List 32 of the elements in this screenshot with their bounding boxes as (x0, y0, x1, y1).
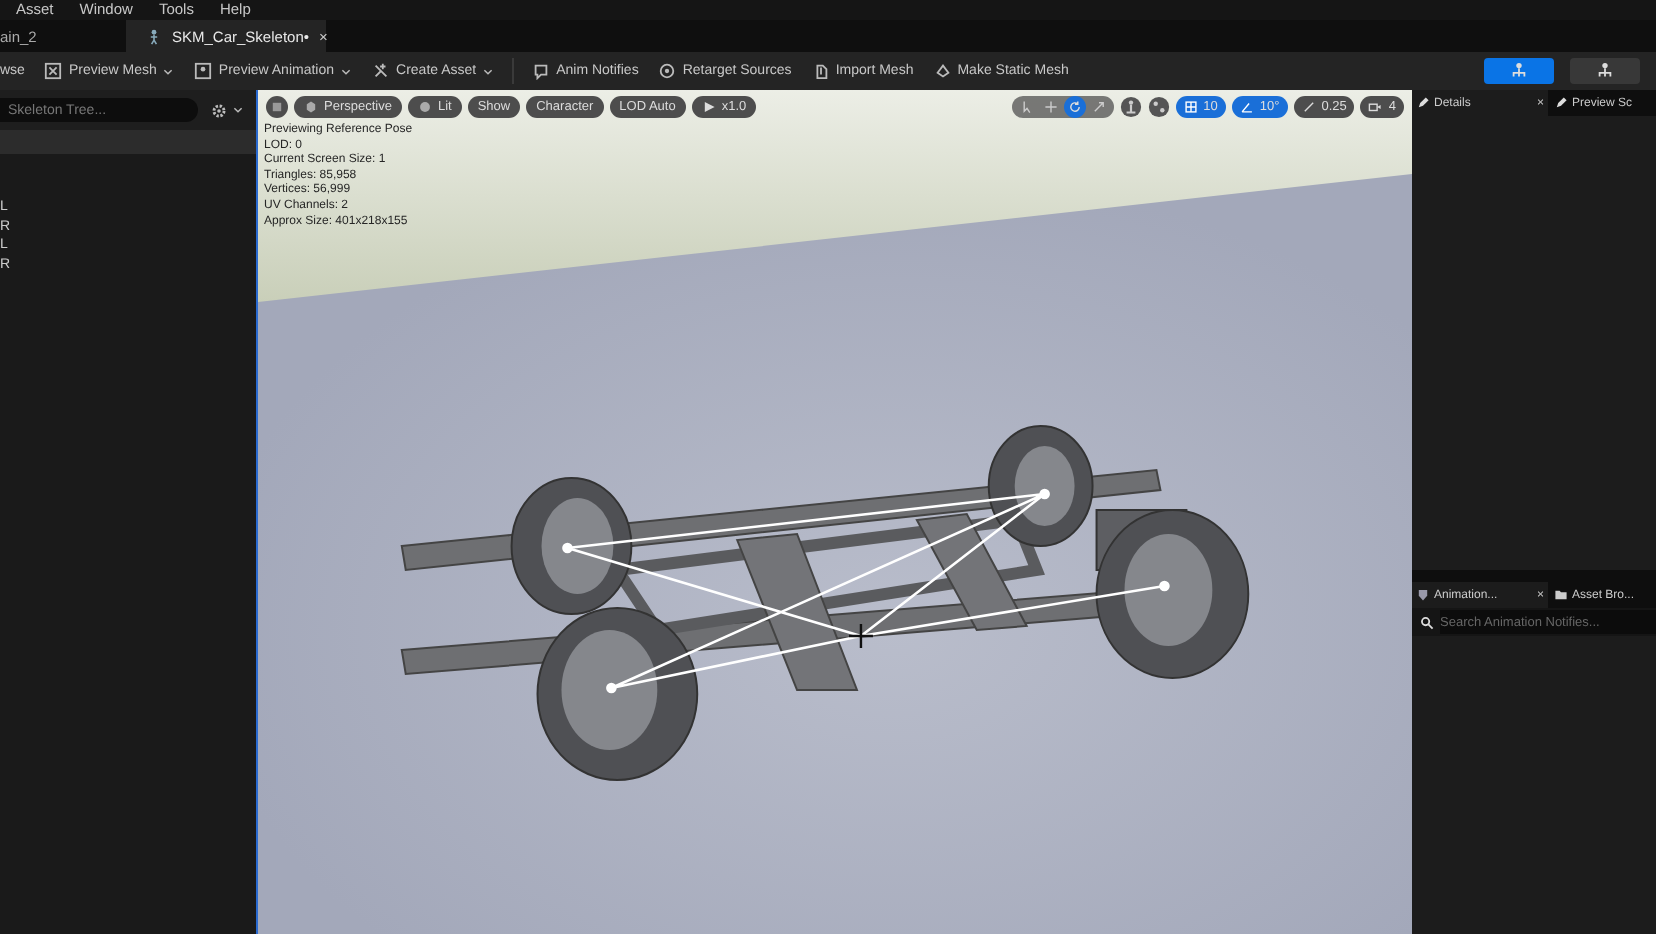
search-icon (1420, 615, 1434, 629)
hierarchy-icon (1596, 62, 1614, 80)
scale-icon (1091, 100, 1106, 114)
pencil-icon (1416, 96, 1430, 110)
caret-icon (482, 65, 495, 77)
nodes-icon (1147, 96, 1170, 118)
camera-icon (1368, 100, 1383, 114)
hierarchy-icon (1119, 96, 1142, 118)
settings-button[interactable] (210, 101, 244, 119)
sphere-icon (417, 100, 432, 114)
mode-button[interactable] (1570, 58, 1640, 84)
crosshair-icon (847, 622, 875, 650)
move-icon (1043, 100, 1058, 114)
settings-icon (210, 101, 228, 119)
square-icon (270, 100, 284, 114)
transform-tool-button[interactable] (1039, 96, 1062, 118)
grid-icon (1183, 100, 1198, 114)
skeleton-icon (146, 27, 162, 45)
rotate-icon (1067, 100, 1082, 114)
caret-icon (162, 65, 175, 77)
folder-icon (1554, 588, 1568, 602)
caret-icon (340, 65, 353, 77)
cube-icon (304, 100, 318, 114)
shield-icon (1416, 588, 1430, 602)
pencil-icon (1554, 96, 1568, 110)
angle-icon (1239, 100, 1254, 114)
scale-icon (1301, 100, 1316, 114)
transform-tool-button[interactable] (1063, 96, 1086, 118)
caret-icon (232, 104, 244, 116)
hierarchy-icon (1510, 62, 1528, 80)
play-icon (701, 100, 716, 114)
select-icon (1019, 100, 1034, 114)
